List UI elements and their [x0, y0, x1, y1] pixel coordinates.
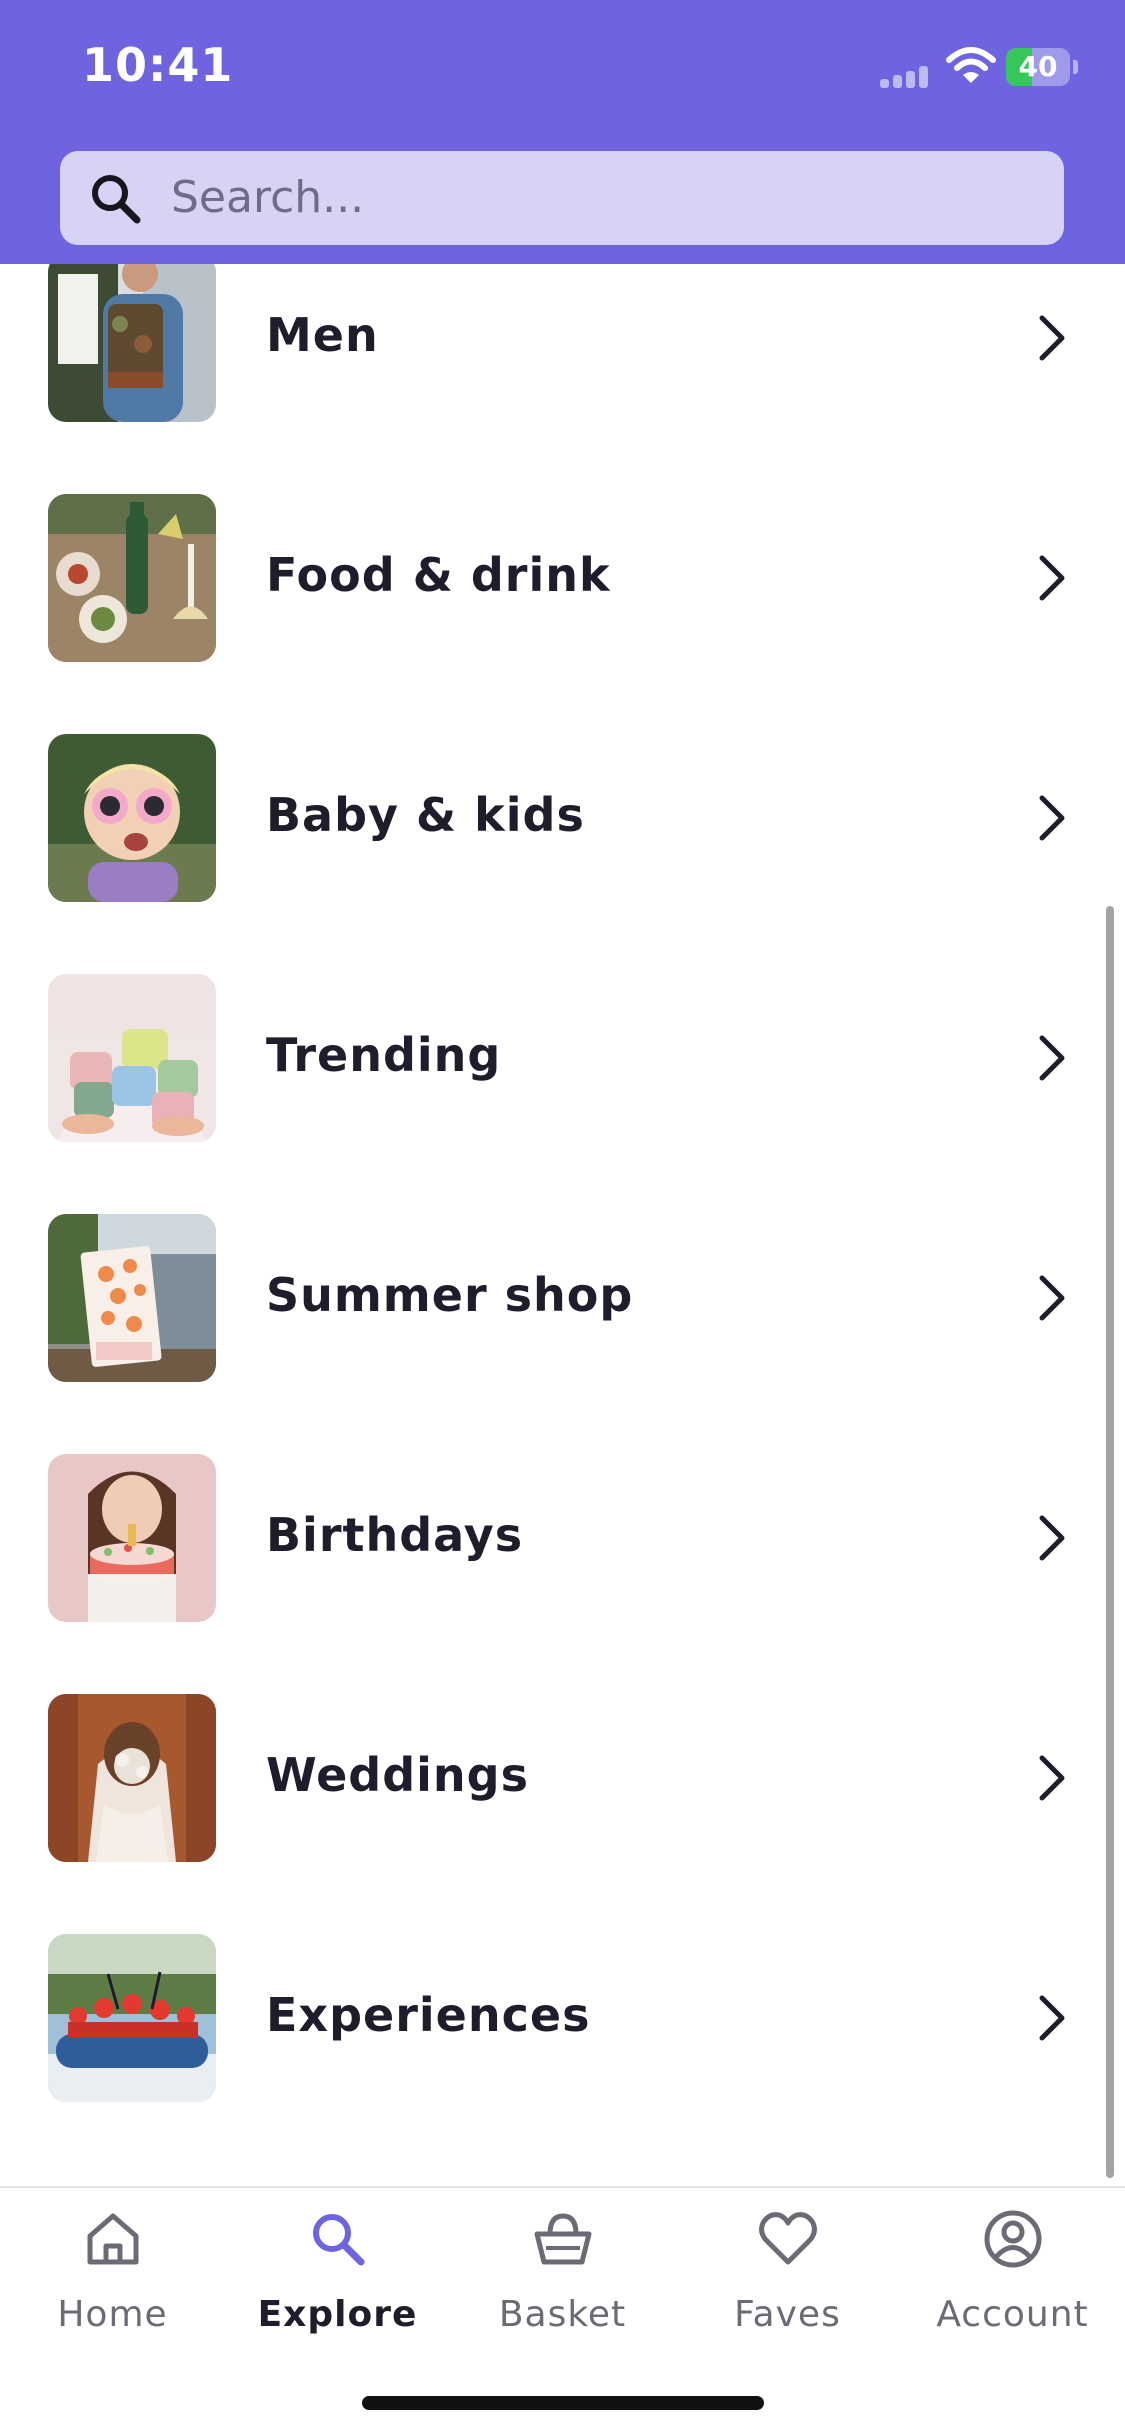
chevron-right-icon — [1039, 1035, 1065, 1081]
category-label: Weddings — [266, 1748, 529, 1802]
category-label: Trending — [266, 1028, 502, 1082]
search-bar[interactable]: Search... — [60, 151, 1064, 245]
chevron-right-icon — [1039, 1275, 1065, 1321]
group-rafting-photo — [48, 1934, 216, 2102]
house-icon — [87, 2213, 139, 2265]
category-label: Summer shop — [266, 1268, 634, 1322]
category-label: Experiences — [266, 1988, 591, 2042]
tab-label: Account — [936, 2294, 1089, 2335]
home-indicator[interactable] — [362, 2396, 764, 2410]
bride-hair-detail-photo — [48, 1694, 216, 1862]
tab-faves[interactable]: Faves — [675, 2188, 900, 2378]
tab-label: Home — [57, 2294, 168, 2335]
chevron-right-icon — [1039, 1755, 1065, 1801]
category-row-weddings[interactable]: Weddings — [0, 1658, 1125, 1898]
chevron-right-icon — [1039, 1515, 1065, 1561]
tab-home[interactable]: Home — [0, 2188, 225, 2378]
category-list[interactable]: Men Food & drink Baby & kids Trending Su… — [0, 264, 1125, 2186]
category-row-men[interactable]: Men — [0, 264, 1125, 458]
chevron-right-icon — [1039, 315, 1065, 361]
chevron-right-icon — [1039, 795, 1065, 841]
battery-icon: 40 — [1006, 48, 1070, 86]
category-row-experiences[interactable]: Experiences — [0, 1898, 1125, 2138]
chevron-right-icon — [1039, 1995, 1065, 2041]
peach-print-towel-photo — [48, 1214, 216, 1382]
heart-icon — [759, 2212, 817, 2265]
category-row-trending[interactable]: Trending — [0, 938, 1125, 1178]
person-circle-icon — [984, 2210, 1042, 2268]
explore-screen: 10:41 40 Search... Men Food & drink Baby… — [0, 0, 1125, 2436]
search-icon — [313, 2214, 365, 2266]
category-row-food-drink[interactable]: Food & drink — [0, 458, 1125, 698]
cellular-signal-icon — [880, 66, 936, 88]
battery-level: 40 — [1018, 50, 1058, 83]
woman-blowing-birthday-cake-photo — [48, 1454, 216, 1622]
category-label: Men — [266, 308, 379, 362]
category-row-birthdays[interactable]: Birthdays — [0, 1418, 1125, 1658]
battery-cap — [1073, 60, 1078, 74]
chevron-right-icon — [1039, 555, 1065, 601]
header: 10:41 40 Search... — [0, 0, 1125, 264]
category-label: Food & drink — [266, 548, 611, 602]
scrollbar[interactable] — [1106, 906, 1114, 2178]
stacked-colorful-cups-photo — [48, 974, 216, 1142]
tab-label: Faves — [734, 2294, 841, 2335]
status-time: 10:41 — [82, 38, 234, 92]
child-with-flower-sunglasses-photo — [48, 734, 216, 902]
category-label: Birthdays — [266, 1508, 524, 1562]
category-label: Baby & kids — [266, 788, 585, 842]
wifi-icon — [946, 47, 996, 83]
tab-label: Basket — [498, 2294, 627, 2335]
search-icon — [92, 175, 141, 224]
category-row-baby-kids[interactable]: Baby & kids — [0, 698, 1125, 938]
basket-icon — [534, 2213, 592, 2265]
tab-basket[interactable]: Basket — [450, 2188, 675, 2378]
man-with-backpack-photo — [48, 264, 216, 422]
tab-explore[interactable]: Explore — [225, 2188, 450, 2378]
tab-label: Explore — [257, 2294, 418, 2335]
table-with-wine-and-food-photo — [48, 494, 216, 662]
category-row-summer-shop[interactable]: Summer shop — [0, 1178, 1125, 1418]
search-input[interactable]: Search... — [171, 151, 364, 245]
tab-account[interactable]: Account — [900, 2188, 1125, 2378]
